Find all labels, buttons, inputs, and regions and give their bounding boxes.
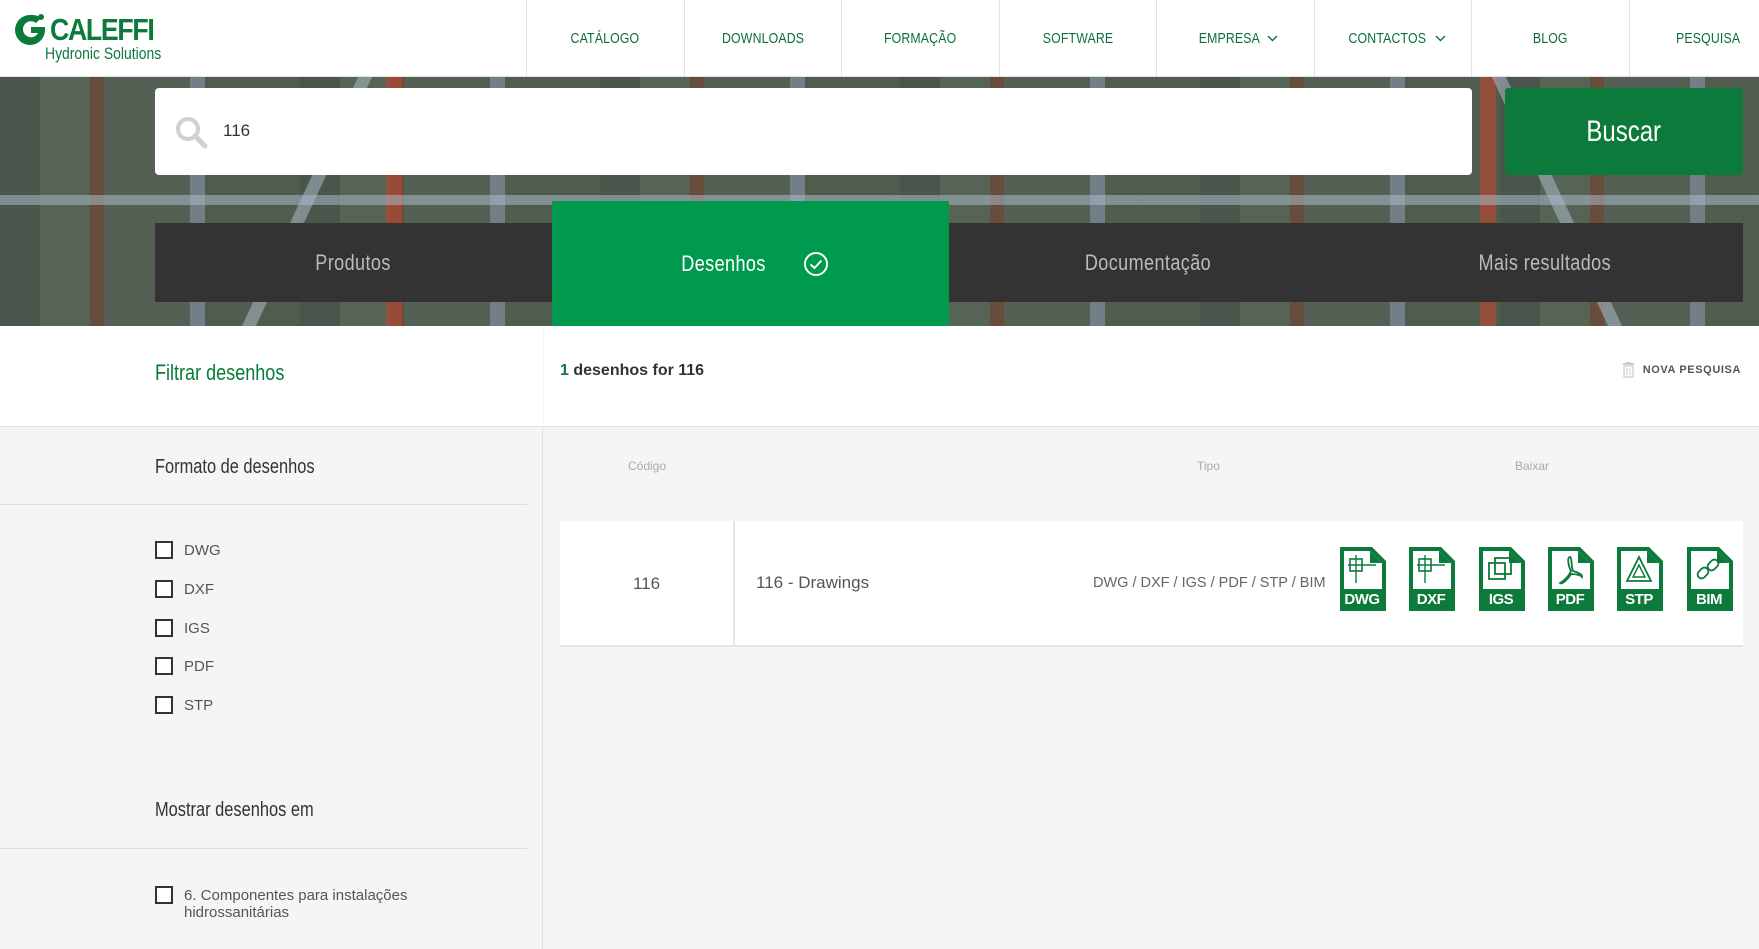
chevron-down-icon: [1267, 35, 1278, 42]
filter-option-label: DXF: [184, 581, 214, 598]
filter-sidebar-title: Filtrar desenhos: [155, 360, 285, 385]
search-button[interactable]: Buscar: [1505, 88, 1743, 175]
results-count: 1 desenhos for 116: [560, 362, 704, 380]
brand-name: CALEFFI: [50, 12, 155, 47]
nav-item-label: PESQUISA: [1675, 30, 1740, 47]
download-format-label: STP: [1625, 591, 1653, 608]
trash-icon: [1622, 362, 1634, 378]
download-stp-button[interactable]: STP: [1615, 547, 1663, 611]
results-panel: 1 desenhos for 116 NOVA PESQUISA Código …: [544, 326, 1759, 949]
download-format-label: PDF: [1555, 591, 1585, 608]
filter-sidebar: Filtrar desenhos Formato de desenhos DWG…: [0, 326, 543, 949]
nav-item-downloads[interactable]: DOWNLOADS: [683, 0, 842, 77]
filter-option-igs[interactable]: IGS: [155, 619, 210, 637]
result-tabs: Produtos Desenhos Documentação Mais resu…: [155, 201, 1743, 326]
filter-option-label: DWG: [184, 542, 221, 559]
chevron-down-icon: [1435, 35, 1446, 42]
caleffi-logo-mark-icon: [15, 14, 45, 45]
download-format-label: DXF: [1416, 591, 1446, 608]
new-search-button[interactable]: NOVA PESQUISA: [1622, 362, 1741, 378]
search-box: [155, 88, 1472, 175]
table-row: 116 116 - Drawings DWG / DXF / IGS / PDF…: [560, 521, 1743, 647]
caleffi-logo[interactable]: CALEFFI Hydronic Solutions: [12, 10, 172, 66]
nav-item-contactos[interactable]: CONTACTOS: [1313, 0, 1472, 77]
nav-item-label: CONTACTOS: [1348, 30, 1427, 47]
nav-item-label: BLOG: [1532, 30, 1568, 47]
divider: [0, 848, 527, 849]
column-header-type: Tipo: [1197, 459, 1220, 473]
checkbox[interactable]: [155, 541, 173, 559]
download-dwg-button[interactable]: DWG: [1338, 547, 1386, 611]
search-icon: [176, 117, 208, 149]
results-count-text: desenhos for 116: [568, 362, 705, 379]
filter-option-componentes[interactable]: 6. Componentes para instalações hidrossa…: [155, 886, 455, 921]
results-header: 1 desenhos for 116 NOVA PESQUISA: [544, 326, 1759, 427]
column-header-download: Baixar: [1515, 459, 1550, 473]
search-hero: Buscar Produtos Desenhos Documentação Ma…: [0, 77, 1759, 326]
format-group-title: Formato de desenhos: [155, 456, 315, 478]
filter-option-stp[interactable]: STP: [155, 696, 214, 714]
download-format-label: DWG: [1344, 591, 1380, 608]
filter-option-label: PDF: [184, 658, 214, 675]
download-bim-button[interactable]: BIM: [1685, 547, 1733, 611]
show-group-title: Mostrar desenhos em: [155, 799, 314, 821]
nav-item-formacao[interactable]: FORMAÇÃO: [841, 0, 999, 77]
checkbox[interactable]: [155, 619, 173, 637]
brand-tagline: Hydronic Solutions: [45, 44, 162, 63]
row-types: DWG / DXF / IGS / PDF / STP / BIM: [1093, 575, 1326, 591]
tab-desenhos[interactable]: Desenhos: [552, 201, 949, 326]
tab-label: Desenhos: [681, 250, 766, 276]
download-format-label: BIM: [1696, 591, 1723, 608]
tab-mais-resultados[interactable]: Mais resultados: [1346, 223, 1743, 302]
checkbox[interactable]: [155, 886, 173, 904]
download-pdf-button[interactable]: PDF: [1546, 547, 1594, 611]
download-format-label: IGS: [1488, 591, 1514, 608]
nav-item-software[interactable]: SOFTWARE: [998, 0, 1157, 77]
row-code: 116: [560, 521, 735, 647]
tab-label: Mais resultados: [1478, 249, 1611, 275]
main-nav: CATÁLOGO DOWNLOADS FORMAÇÃO SOFTWARE EMP…: [526, 0, 1759, 77]
top-navigation-bar: CALEFFI Hydronic Solutions CATÁLOGO DOWN…: [0, 0, 1759, 77]
nav-item-label: DOWNLOADS: [721, 30, 804, 47]
filter-option-label: 6. Componentes para instalações hidrossa…: [184, 887, 408, 921]
nav-item-label: FORMAÇÃO: [884, 30, 957, 47]
filter-option-pdf[interactable]: PDF: [155, 657, 214, 675]
filter-sidebar-header: Filtrar desenhos: [0, 326, 543, 427]
divider: [0, 504, 527, 505]
nav-item-empresa[interactable]: EMPRESA: [1156, 0, 1314, 77]
column-header-code: Código: [628, 459, 667, 473]
search-input[interactable]: [223, 114, 1423, 148]
checkbox[interactable]: [155, 580, 173, 598]
search-button-label: Buscar: [1586, 114, 1662, 148]
checkbox[interactable]: [155, 657, 173, 675]
nav-item-label: SOFTWARE: [1042, 30, 1114, 47]
download-dxf-button[interactable]: DXF: [1407, 547, 1455, 611]
checkbox[interactable]: [155, 696, 173, 714]
nav-item-label: EMPRESA: [1199, 30, 1261, 47]
filter-option-label: IGS: [184, 620, 210, 637]
tab-produtos[interactable]: Produtos: [155, 223, 552, 302]
tab-documentacao[interactable]: Documentação: [949, 223, 1346, 302]
download-igs-button[interactable]: IGS: [1477, 547, 1525, 611]
filter-option-label: STP: [184, 697, 214, 714]
check-circle-icon: [804, 251, 829, 276]
nav-item-pesquisa[interactable]: PESQUISA: [1628, 0, 1759, 77]
filter-option-dxf[interactable]: DXF: [155, 580, 214, 598]
tab-label: Documentação: [1084, 249, 1211, 275]
new-search-label: NOVA PESQUISA: [1642, 364, 1741, 376]
results-count-number: 1: [560, 362, 569, 379]
nav-item-label: CATÁLOGO: [570, 30, 640, 47]
nav-item-catalogo[interactable]: CATÁLOGO: [526, 0, 684, 77]
tab-label: Produtos: [315, 249, 392, 275]
filter-option-dwg[interactable]: DWG: [155, 541, 221, 559]
nav-item-blog[interactable]: BLOG: [1471, 0, 1629, 77]
row-name[interactable]: 116 - Drawings: [756, 573, 869, 593]
